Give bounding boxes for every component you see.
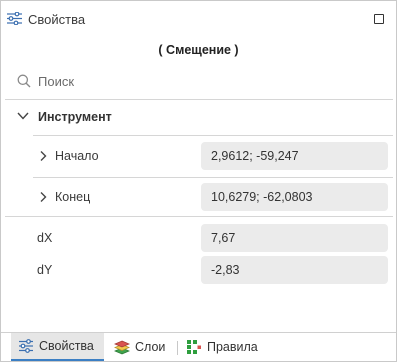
bottom-tab-bar: Свойства Слои Правила — [1, 332, 396, 361]
property-label: Начало — [55, 149, 99, 163]
divider — [33, 135, 393, 136]
tab-label: Правила — [207, 340, 258, 354]
property-row-dy: dY -2,83 — [33, 252, 393, 288]
tab-separator — [177, 341, 178, 355]
property-row-dx: dX 7,67 — [33, 220, 393, 256]
object-subtitle: ( Смещение ) — [158, 43, 239, 57]
sliders-icon — [7, 12, 22, 25]
property-label: Конец — [55, 190, 91, 204]
sliders-icon — [19, 339, 33, 353]
divider — [33, 177, 393, 178]
rules-icon — [187, 340, 201, 354]
property-value-field[interactable]: 10,6279; -62,0803 — [201, 183, 388, 211]
group-header-tool[interactable]: Инструмент — [5, 101, 393, 133]
layers-icon — [114, 340, 130, 355]
property-value-field[interactable]: 7,67 — [201, 224, 388, 252]
chevron-down-icon[interactable] — [17, 111, 29, 121]
tab-label: Слои — [135, 340, 166, 354]
chevron-right-icon[interactable] — [39, 150, 47, 162]
tab-label: Свойства — [39, 339, 94, 353]
group-title: Инструмент — [38, 110, 112, 124]
panel-title: Свойства — [28, 12, 86, 27]
tab-rules[interactable]: Правила — [186, 333, 258, 361]
chevron-right-icon[interactable] — [39, 191, 47, 203]
maximize-icon[interactable] — [374, 14, 384, 24]
search-input[interactable] — [38, 70, 378, 92]
divider — [5, 216, 393, 217]
property-value-field[interactable]: 2,9612; -59,247 — [201, 142, 388, 170]
tab-properties[interactable]: Свойства — [11, 333, 104, 361]
property-row-start: Начало 2,9612; -59,247 — [33, 138, 393, 174]
property-value-field[interactable]: -2,83 — [201, 256, 388, 284]
divider — [5, 99, 393, 100]
property-label: dY — [37, 263, 53, 277]
search-bar — [5, 65, 393, 97]
properties-panel: Свойства ( Смещение ) Инструмент Начало … — [0, 0, 397, 362]
tab-layers[interactable]: Слои — [114, 333, 165, 361]
property-label: dX — [37, 231, 53, 245]
panel-titlebar: Свойства — [1, 1, 396, 37]
property-row-end: Конец 10,6279; -62,0803 — [33, 179, 393, 215]
search-icon — [17, 74, 31, 88]
